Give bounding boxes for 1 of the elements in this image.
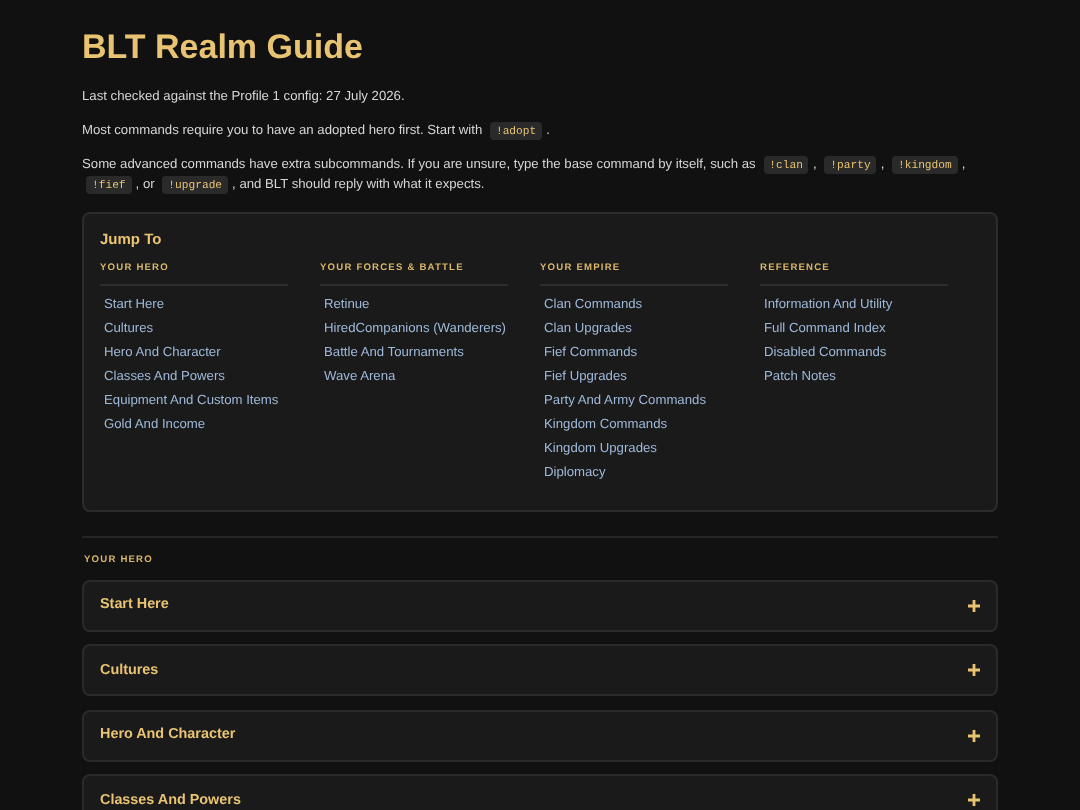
page-title: BLT Realm Guide: [82, 28, 365, 69]
